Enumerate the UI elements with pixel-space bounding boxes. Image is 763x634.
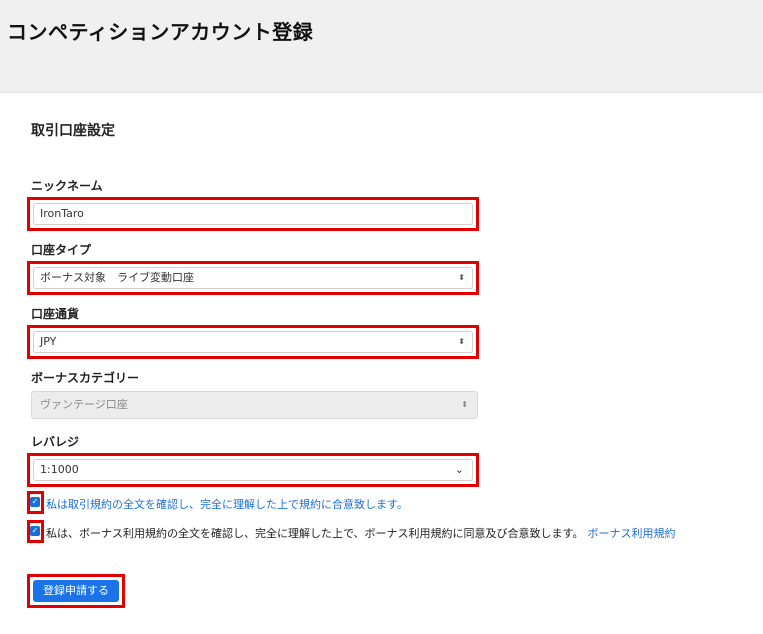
bonus-consent-text: 私は、ボーナス利用規約の全文を確認し、完全に理解した上で、ボーナス利用規約に同意… bbox=[46, 525, 675, 541]
bonus-category-label: ボーナスカテゴリー bbox=[31, 371, 140, 385]
leverage-label: レバレジ bbox=[31, 435, 80, 449]
bonus-checkbox-highlight: ✓ bbox=[27, 520, 44, 543]
up-down-arrows-icon: ⬍ bbox=[458, 273, 465, 282]
account-type-value: ボーナス対象 ライブ変動口座 bbox=[40, 271, 194, 284]
bonus-terms-checkbox[interactable]: ✓ bbox=[30, 526, 40, 536]
submit-button-highlight: 登録申請する bbox=[27, 574, 125, 608]
leverage-value: 1:1000 bbox=[40, 463, 79, 476]
section-title: 取引口座設定 bbox=[31, 123, 115, 139]
page-title: コンペティションアカウント登録 bbox=[7, 20, 314, 44]
form-card: 取引口座設定 ニックネーム IronTaro 口座タイプ ボーナス対象 ライブ変… bbox=[0, 92, 763, 634]
submit-button[interactable]: 登録申請する bbox=[33, 580, 119, 602]
leverage-highlight: 1:1000 ⌄ bbox=[27, 453, 479, 487]
currency-highlight: JPY ⬍ bbox=[27, 325, 479, 359]
nickname-input[interactable]: IronTaro bbox=[33, 203, 473, 225]
account-type-select[interactable]: ボーナス対象 ライブ変動口座 ⬍ bbox=[33, 267, 473, 289]
currency-select[interactable]: JPY ⬍ bbox=[33, 331, 473, 353]
up-down-arrows-icon: ⬍ bbox=[458, 337, 465, 346]
currency-label: 口座通貨 bbox=[31, 307, 80, 321]
nickname-label: ニックネーム bbox=[31, 179, 103, 193]
chevron-down-icon: ⌄ bbox=[454, 463, 464, 476]
terms-checkbox-highlight: ✓ bbox=[27, 491, 44, 514]
account-type-highlight: ボーナス対象 ライブ変動口座 ⬍ bbox=[27, 261, 479, 295]
bonus-category-select: ヴァンテージ口座 ⬍ bbox=[31, 391, 478, 419]
currency-value: JPY bbox=[40, 335, 57, 348]
bonus-terms-link[interactable]: ボーナス利用規約 bbox=[587, 527, 675, 540]
account-type-label: 口座タイプ bbox=[31, 243, 92, 257]
checkmark-icon: ✓ bbox=[31, 526, 39, 535]
checkmark-icon: ✓ bbox=[31, 497, 39, 506]
bonus-category-value: ヴァンテージ口座 bbox=[40, 398, 128, 411]
page-header: コンペティションアカウント登録 bbox=[0, 0, 763, 92]
up-down-arrows-icon: ⬍ bbox=[461, 400, 468, 409]
terms-consent-text: 私は取引規約の全文を確認し、完全に理解した上で規約に合意致します。 bbox=[46, 498, 408, 511]
nickname-highlight: IronTaro bbox=[27, 197, 479, 231]
terms-checkbox[interactable]: ✓ bbox=[30, 497, 40, 507]
leverage-select[interactable]: 1:1000 ⌄ bbox=[33, 459, 473, 481]
bonus-consent-label: 私は、ボーナス利用規約の全文を確認し、完全に理解した上で、ボーナス利用規約に同意… bbox=[46, 527, 584, 540]
